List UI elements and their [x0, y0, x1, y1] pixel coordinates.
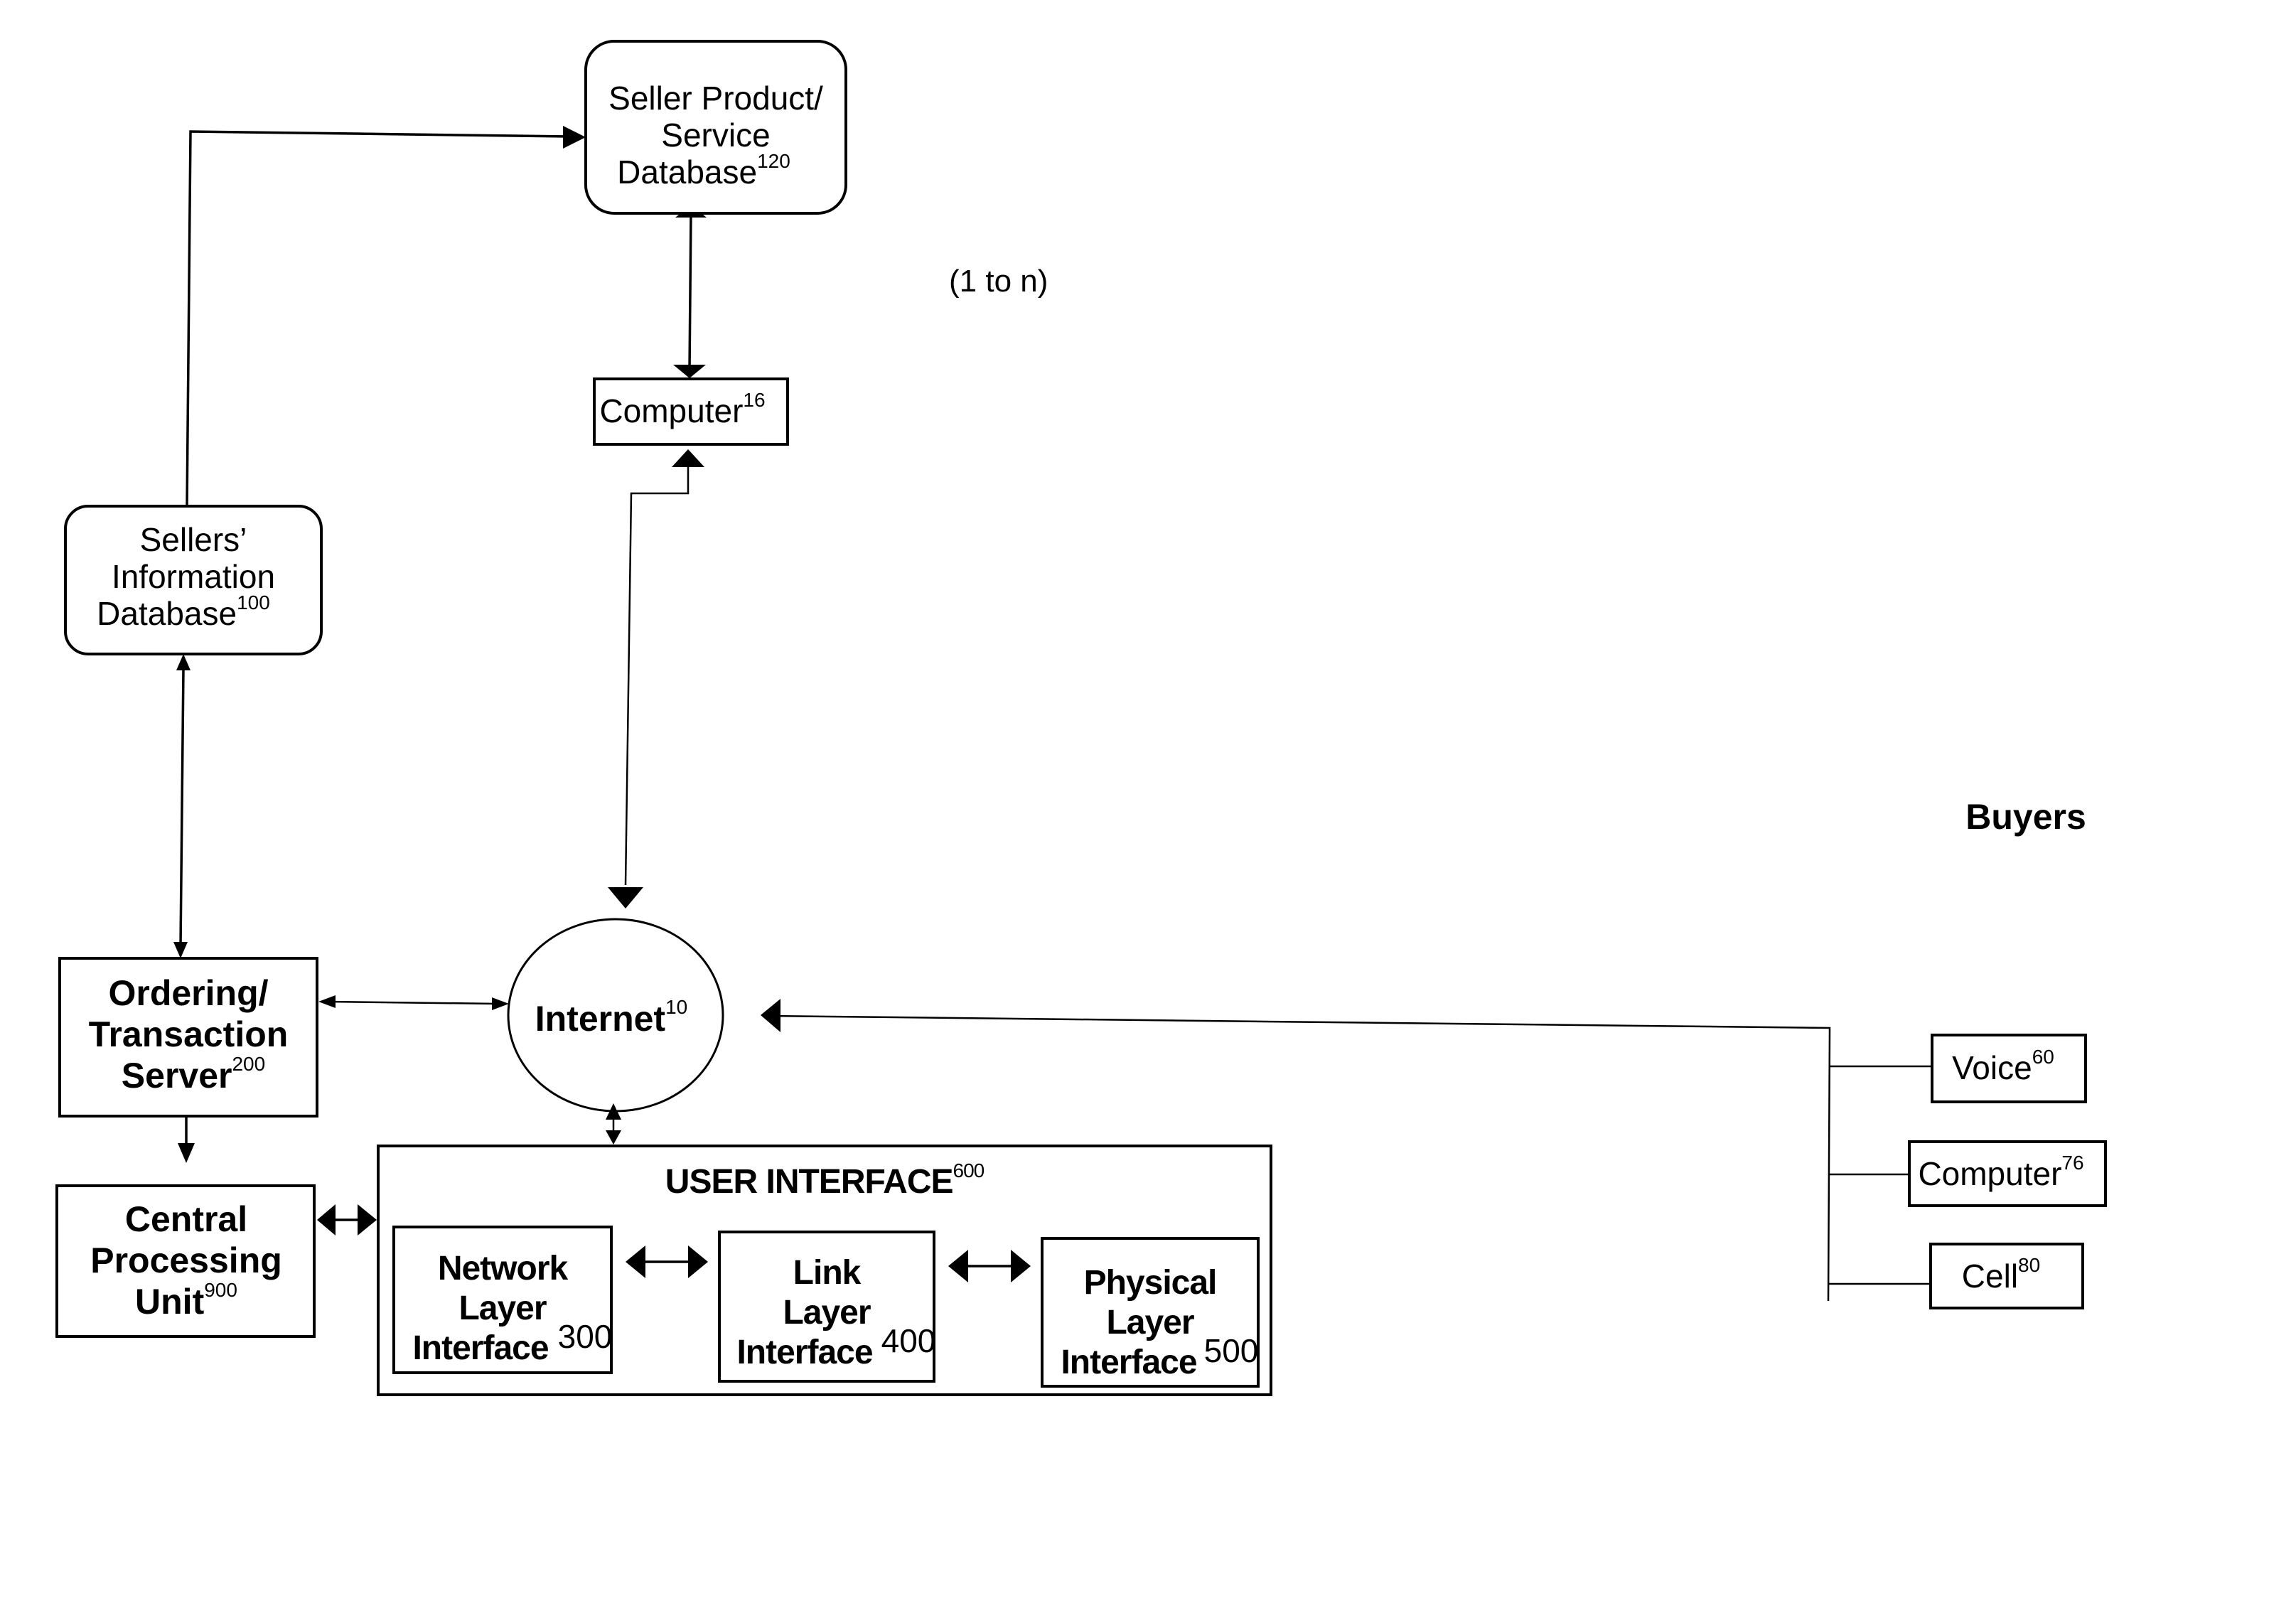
multiplicity-note: (1 to n)	[949, 264, 1048, 299]
seller-product-db-line2: Service	[661, 117, 770, 154]
network-line3: Interface	[412, 1329, 548, 1367]
connector-internet-ui	[606, 1103, 621, 1145]
network-line1: Network	[438, 1250, 569, 1287]
physical-line3: Interface	[1061, 1344, 1196, 1381]
computer-16-label: Computer16	[599, 389, 765, 429]
internet-cloud[interactable]: Internet10	[507, 918, 724, 1113]
ref-number: 120	[757, 150, 790, 172]
connector-sellersdb-ordering	[173, 654, 191, 958]
computer-16-box[interactable]: Computer16	[593, 377, 789, 446]
user-interface-title: USER INTERFACE600	[665, 1159, 985, 1201]
connector-computer16-internet	[608, 449, 704, 909]
network-line2: Layer	[458, 1290, 546, 1327]
physical-layer-interface[interactable]: Physical Layer Interface 500	[1041, 1237, 1260, 1388]
ref-number: 100	[237, 591, 270, 613]
ordering-line2: Transaction	[89, 1014, 289, 1054]
network-layer-interface[interactable]: Network Layer Interface 300	[392, 1226, 613, 1374]
ref-number: 10	[665, 996, 687, 1018]
buyers-heading: Buyers	[1965, 797, 2086, 837]
central-processing-unit[interactable]: Central Processing Unit900	[55, 1184, 316, 1338]
link-line1: Link	[793, 1254, 862, 1292]
computer-76-buyer-box[interactable]: Computer76	[1908, 1140, 2107, 1207]
physical-line1: Physical	[1084, 1264, 1217, 1302]
seller-product-db-line1: Seller Product/	[608, 80, 823, 117]
sellers-information-database[interactable]: Sellers’ Information Database100	[64, 505, 323, 655]
system-diagram: Seller Product/ Service Database120 (1 t…	[55, 40, 2107, 1396]
link-layer-interface[interactable]: Link Layer Interface 400	[718, 1231, 936, 1383]
user-interface-group[interactable]: USER INTERFACE600 Network Layer Interfac…	[377, 1145, 1272, 1396]
arrowhead-right	[563, 126, 586, 149]
voice-buyer-box[interactable]: Voice60	[1931, 1034, 2087, 1103]
sellers-db-line2: Information	[112, 558, 275, 595]
sellers-db-line1: Sellers’	[140, 521, 247, 558]
cpu-line1: Central	[125, 1199, 247, 1239]
ref-number: 400	[881, 1322, 936, 1359]
internet-label: Internet10	[535, 996, 688, 1039]
ref-number: 900	[204, 1279, 237, 1301]
connector-cpu-ui	[317, 1204, 377, 1236]
connector-sellersdb-to-productdb	[186, 126, 586, 507]
ref-number: 200	[232, 1053, 265, 1075]
ref-number: 600	[953, 1159, 985, 1181]
seller-product-database[interactable]: Seller Product/ Service Database120	[584, 40, 847, 215]
physical-line2: Layer	[1106, 1304, 1193, 1341]
connector-ordering-internet	[318, 995, 509, 1010]
ordering-line1: Ordering/	[108, 973, 268, 1013]
ordering-transaction-server[interactable]: Ordering/ Transaction Server200	[58, 957, 318, 1118]
cpu-line2: Processing	[90, 1240, 282, 1280]
link-line3: Interface	[736, 1334, 872, 1371]
ref-number: 16	[743, 389, 765, 411]
ref-number: 60	[2032, 1046, 2054, 1068]
computer-76-label: Computer76	[1918, 1152, 2083, 1192]
ref-number: 500	[1204, 1332, 1259, 1369]
ref-number: 300	[558, 1318, 613, 1355]
cell-buyer-box[interactable]: Cell80	[1929, 1243, 2084, 1309]
connector-productdb-computer16	[673, 205, 707, 378]
ref-number: 76	[2061, 1152, 2083, 1174]
link-line2: Layer	[783, 1294, 870, 1331]
ref-number: 80	[2018, 1254, 2040, 1276]
